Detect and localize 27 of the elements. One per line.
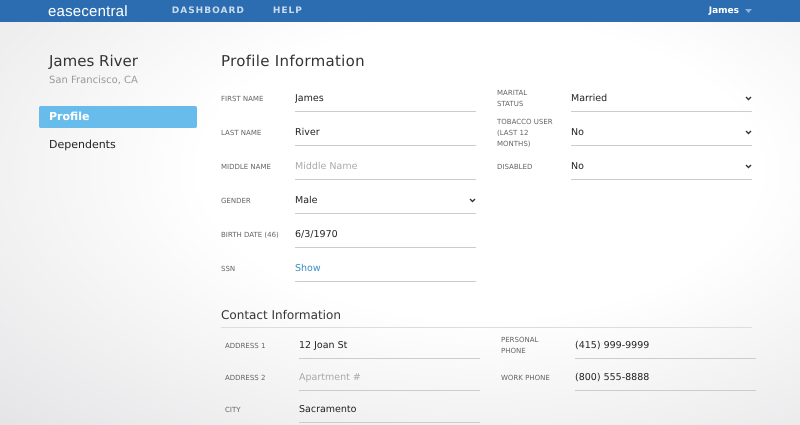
select-field[interactable]: No (571, 120, 752, 146)
caret-icon (745, 9, 752, 13)
input-field[interactable]: 6/3/1970 (295, 222, 476, 248)
input-field[interactable]: Sacramento (299, 398, 480, 422)
select-field[interactable]: Male (295, 188, 476, 214)
chevron-down-icon (469, 198, 476, 203)
input-field[interactable]: (415) 999-9999 (575, 334, 756, 358)
sidebar-item[interactable]: Dependents (39, 134, 197, 156)
input-field[interactable]: Apartment # (299, 366, 480, 390)
input-field[interactable]: River (295, 120, 476, 146)
user-name: James River (47, 52, 139, 70)
section-title: Contact Information (221, 308, 752, 328)
select-field[interactable]: Married (571, 86, 752, 112)
input-field[interactable]: 12 Joan St (299, 334, 480, 358)
show-link[interactable]: Show (295, 263, 321, 274)
section-title: Profile Information (221, 52, 366, 70)
chevron-down-icon (745, 164, 752, 169)
user-menu[interactable]: James (708, 6, 752, 16)
input-field[interactable]: (800) 555-8888 (575, 366, 756, 390)
select-field[interactable]: No (571, 154, 752, 180)
user-location: San Francisco, CA (48, 75, 139, 86)
nav-link[interactable]: HELP (272, 6, 303, 16)
logo[interactable]: easecentral (48, 2, 128, 20)
chevron-down-icon (745, 130, 752, 135)
input-field[interactable]: Middle Name (295, 154, 476, 180)
nav-link[interactable]: DASHBOARD (172, 6, 245, 16)
chevron-down-icon (745, 96, 752, 101)
